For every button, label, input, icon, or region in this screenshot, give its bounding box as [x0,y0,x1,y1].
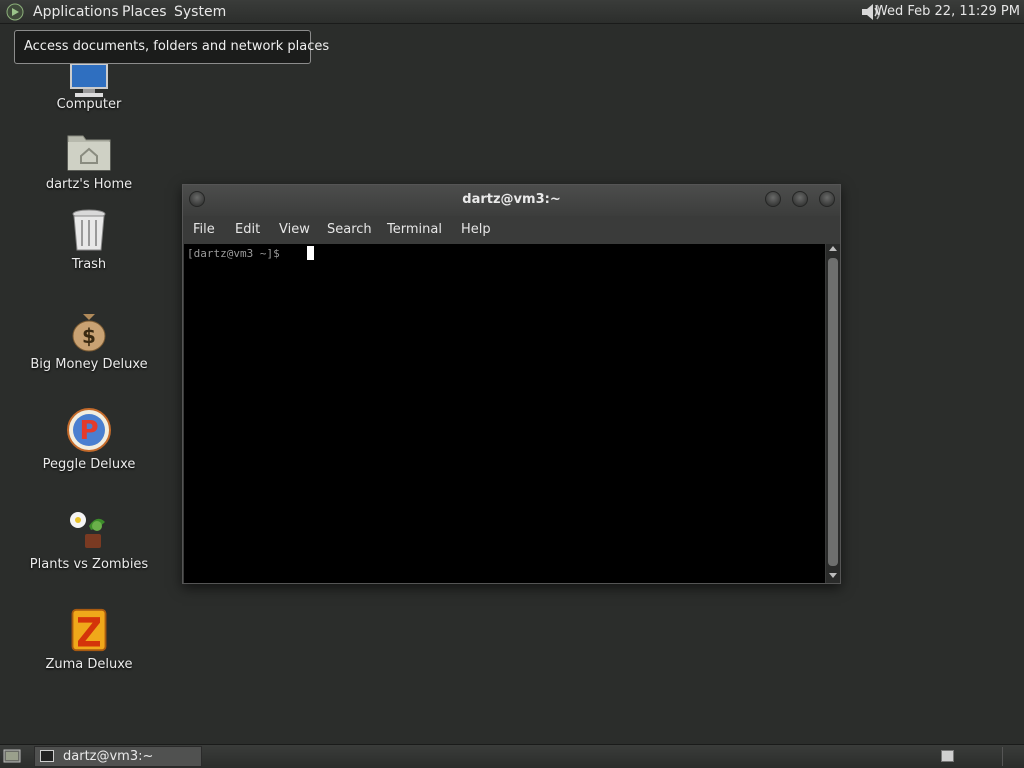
shell-prompt: [dartz@vm3 ~]$ [187,247,287,260]
money-bag-icon: $ [72,314,106,352]
desktop-icon-label: Plants vs Zombies [29,557,149,572]
terminal-menubar: File Edit View Search Terminal Help [183,216,840,244]
scroll-down-arrow-icon[interactable] [829,573,837,578]
window-title: dartz@vm3:~ [462,192,561,207]
vertical-scrollbar[interactable] [826,244,840,583]
desktop-icon-label: dartz's Home [45,177,133,192]
desktop-icon-label: Computer [56,97,122,112]
bottom-panel: dartz@vm3:~ [0,744,1024,768]
panel-divider [1002,747,1003,766]
menu-edit[interactable]: Edit [235,222,260,238]
show-desktop-icon[interactable] [3,748,21,764]
applications-menu[interactable]: Applications [33,4,119,20]
svg-text:$: $ [82,324,96,348]
clock[interactable]: Wed Feb 22, 11:29 PM [875,4,1020,20]
peggle-icon: P [67,408,111,452]
minimize-button[interactable] [765,191,781,207]
places-tooltip: Access documents, folders and network pl… [14,30,329,64]
terminal-content[interactable]: [dartz@vm3 ~]$ [184,244,825,583]
svg-text:P: P [79,416,98,446]
menu-file[interactable]: File [193,222,215,238]
home-folder-icon [67,135,111,171]
taskbar-terminal-button[interactable]: dartz@vm3:~ [34,746,202,767]
places-menu[interactable]: Places [122,4,167,20]
menu-terminal[interactable]: Terminal [387,222,442,238]
zuma-icon [71,608,107,652]
workspace-switcher-icon[interactable] [941,750,954,762]
terminal-window[interactable]: dartz@vm3:~ File Edit View Search Termin… [182,184,841,584]
desktop-icon-label: Big Money Deluxe [30,357,148,372]
title-bar[interactable]: dartz@vm3:~ [183,185,840,216]
scroll-up-arrow-icon[interactable] [829,246,837,251]
system-menu[interactable]: System [174,4,226,20]
text-cursor [307,246,314,260]
top-panel: Applications Places System Wed Feb 22, 1… [0,0,1024,24]
trash-icon [72,209,106,251]
menu-view[interactable]: View [279,222,310,238]
desktop-icon-label: Peggle Deluxe [42,457,136,472]
desktop-icon-label: Zuma Deluxe [45,657,133,672]
terminal-icon [40,750,54,762]
plants-icon [70,512,105,548]
maximize-button[interactable] [792,191,808,207]
scroll-thumb[interactable] [828,258,838,566]
menu-search[interactable]: Search [327,222,372,238]
menu-help[interactable]: Help [461,222,491,238]
taskbar-button-label: dartz@vm3:~ [63,749,154,764]
close-button[interactable] [819,191,835,207]
gnome-foot-icon[interactable] [6,3,24,21]
desktop-icon-label: Trash [71,257,107,272]
